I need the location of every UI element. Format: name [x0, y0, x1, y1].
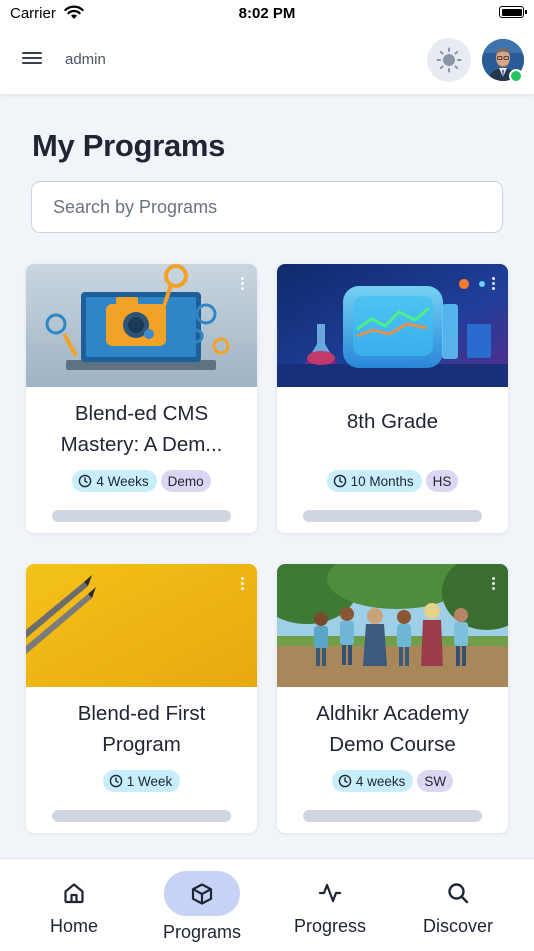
home-icon: [64, 883, 84, 904]
program-badges: 10 Months HS: [277, 470, 508, 492]
program-card[interactable]: 8th Grade 10 Months HS: [277, 264, 508, 533]
program-badges: 4 Weeks Demo: [26, 470, 257, 492]
cube-icon: [191, 883, 213, 905]
page-title: My Programs: [32, 128, 226, 163]
status-time: 8:02 PM: [238, 5, 296, 22]
online-status-dot: [509, 69, 523, 83]
duration-badge: 1 Week: [102, 770, 181, 792]
card-more-icon[interactable]: [486, 273, 500, 293]
nav-item-progress[interactable]: Progress: [270, 859, 390, 951]
tag-badge: Demo: [160, 470, 211, 492]
clock-icon: [338, 774, 352, 788]
battery-icon: [499, 6, 527, 18]
program-card[interactable]: Blend-ed CMS Mastery: A Dem... 4 Weeks D…: [26, 264, 257, 533]
card-more-icon[interactable]: [235, 273, 249, 293]
search-input[interactable]: [31, 181, 503, 233]
tag-badge: HS: [425, 470, 459, 492]
theme-toggle-button[interactable]: [427, 38, 471, 82]
header-username: admin: [65, 51, 106, 68]
card-more-icon[interactable]: [486, 573, 500, 593]
card-more-icon[interactable]: [235, 573, 249, 593]
program-progress-bar: [52, 810, 231, 822]
program-card[interactable]: Blend-ed First Program 1 Week: [26, 564, 257, 833]
duration-badge: 4 Weeks: [72, 470, 157, 492]
program-thumbnail: [26, 564, 257, 687]
program-badges: 1 Week: [26, 770, 257, 792]
program-badges: 4 weeks SW: [277, 770, 508, 792]
program-progress-bar: [303, 810, 482, 822]
duration-label: 4 Weeks: [96, 473, 149, 489]
program-title: Aldhikr Academy Demo Course: [316, 702, 469, 756]
duration-label: 10 Months: [350, 473, 414, 489]
program-thumbnail: [26, 264, 257, 387]
program-title: 8th Grade: [346, 410, 439, 433]
program-progress-bar: [303, 510, 482, 522]
sun-icon: [436, 47, 462, 73]
duration-label: 4 weeks: [355, 773, 406, 789]
status-bar: Carrier 8:02 PM: [0, 0, 534, 28]
program-title: Blend-ed First Program: [77, 702, 206, 756]
search-icon: [448, 883, 469, 904]
bottom-navigation: Home Programs Progress Discover: [0, 858, 534, 951]
nav-label-home: Home: [49, 916, 98, 936]
activity-icon: [318, 883, 342, 903]
nav-item-programs[interactable]: Programs: [142, 859, 262, 951]
laptop-camera-illustration: [26, 264, 257, 387]
program-title: Blend-ed CMS Mastery: A Dem...: [60, 402, 223, 456]
nav-label-progress: Progress: [293, 916, 367, 936]
nav-item-discover[interactable]: Discover: [398, 859, 518, 951]
nav-item-home[interactable]: Home: [14, 859, 134, 951]
duration-badge: 4 weeks: [331, 770, 414, 792]
program-progress-bar: [52, 510, 231, 522]
nav-label-programs: Programs: [162, 922, 242, 942]
nav-label-discover: Discover: [422, 916, 493, 936]
app-header: admin: [0, 28, 534, 95]
hamburger-menu-icon[interactable]: [18, 48, 46, 72]
pencils-illustration: [26, 564, 257, 687]
duration-badge: 10 Months: [326, 470, 422, 492]
science-lab-illustration: [277, 264, 508, 387]
duration-label: 1 Week: [126, 773, 173, 789]
clock-icon: [79, 474, 92, 488]
program-thumbnail: [277, 564, 508, 687]
children-illustration: [277, 564, 508, 687]
program-card[interactable]: Aldhikr Academy Demo Course 4 weeks SW: [277, 564, 508, 833]
tag-badge: SW: [417, 770, 454, 792]
clock-icon: [333, 474, 346, 488]
program-thumbnail: [277, 264, 508, 387]
clock-icon: [109, 774, 123, 788]
